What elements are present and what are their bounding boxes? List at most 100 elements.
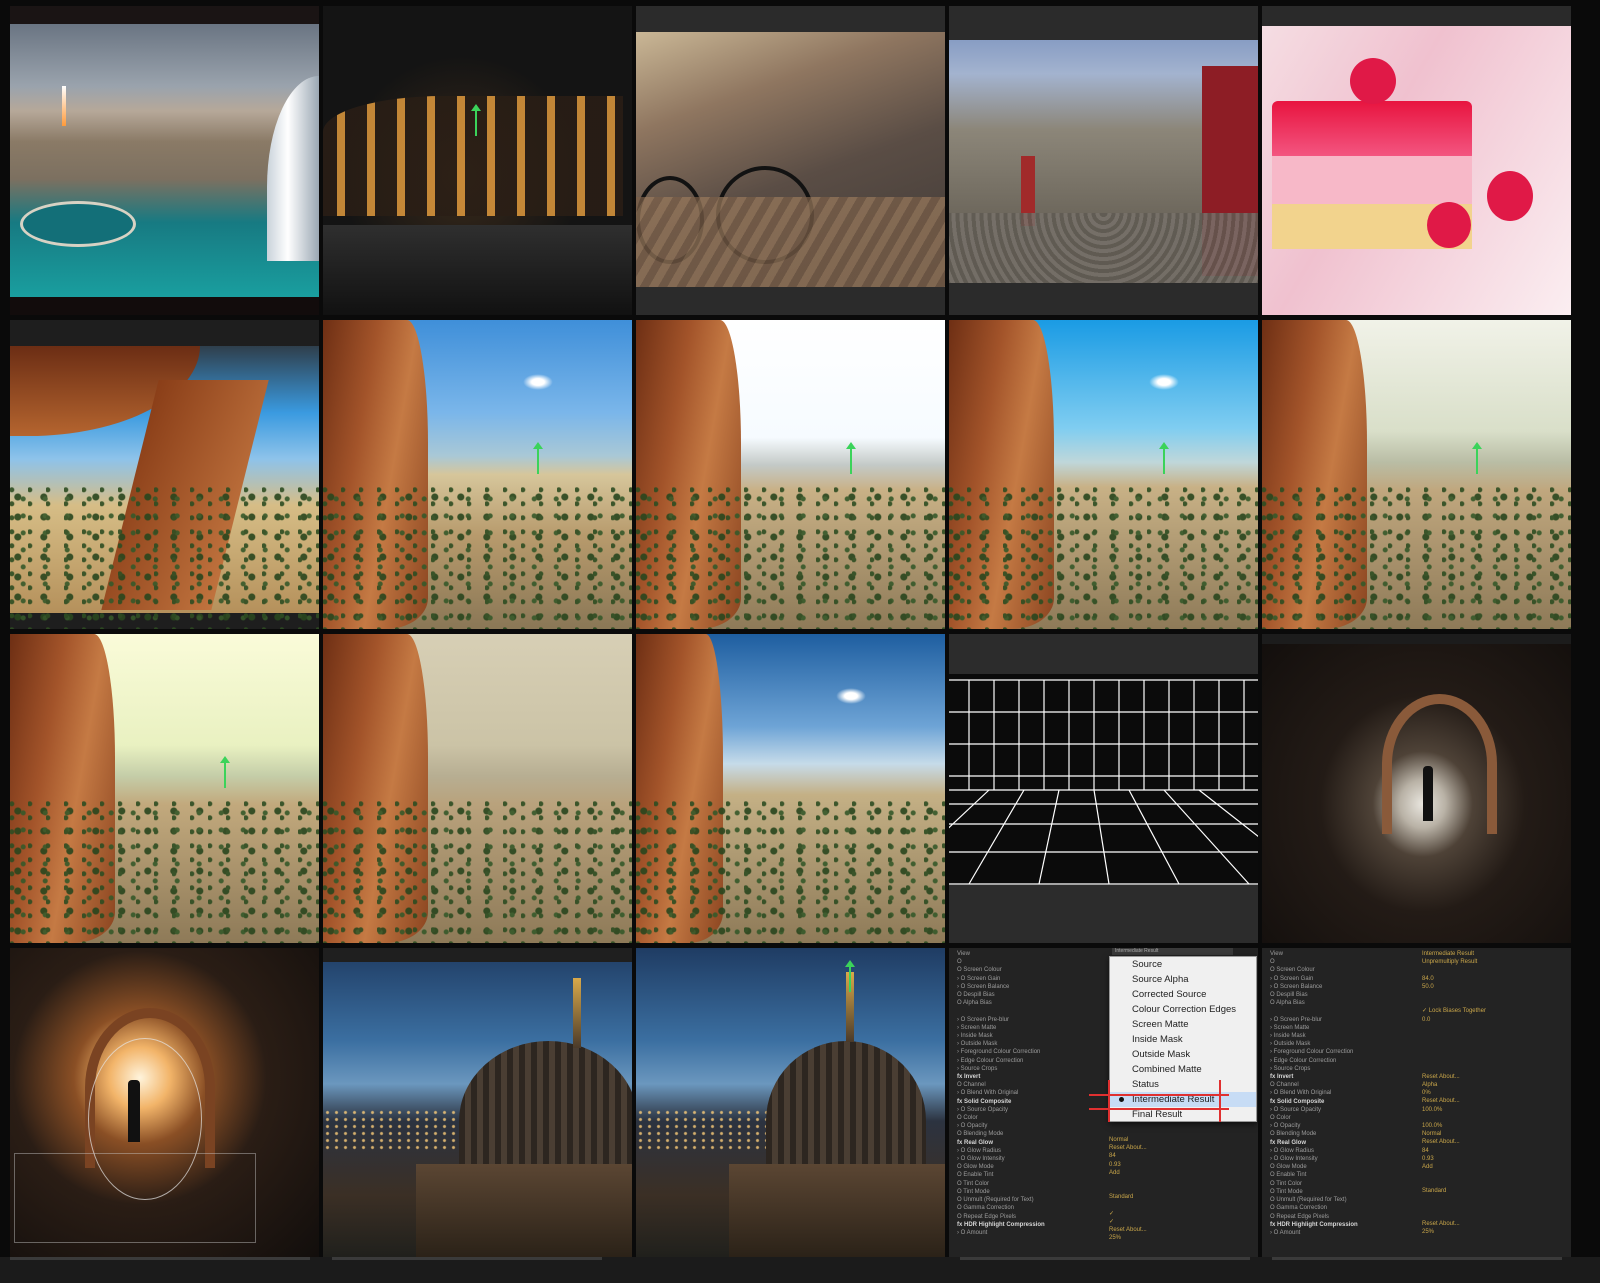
property-row[interactable]: › Inside Mask (957, 1032, 1107, 1040)
dropdown-option[interactable]: Status (1110, 1077, 1256, 1092)
property-value[interactable]: Reset About... (1422, 1220, 1562, 1228)
property-row[interactable]: Ö Screen Colour (957, 966, 1107, 974)
property-row[interactable]: Ö Channel (1270, 1081, 1420, 1089)
property-row[interactable]: › Source Crops (957, 1065, 1107, 1073)
dropdown-option[interactable]: Outside Mask (1110, 1047, 1256, 1062)
property-row[interactable]: › Outside Mask (1270, 1040, 1420, 1048)
dropdown-option[interactable]: Colour Correction Edges (1110, 1002, 1256, 1017)
property-row[interactable]: › Ö Amount (957, 1229, 1107, 1237)
property-value[interactable]: Standard (1422, 1187, 1562, 1195)
berlin-dome-3d-axes[interactable] (636, 948, 945, 1257)
property-row[interactable]: › Ö Glow Radius (957, 1147, 1107, 1155)
property-row[interactable]: › Foreground Colour Correction (1270, 1048, 1420, 1056)
property-value[interactable]: 0.0 (1422, 1016, 1562, 1024)
property-row[interactable]: Ö Color (1270, 1114, 1420, 1122)
property-row[interactable]: Ö Unmult (Required for Text) (1270, 1196, 1420, 1204)
property-value[interactable]: Reset About... (1109, 1226, 1249, 1234)
property-row[interactable]: Ö Tint Color (957, 1180, 1107, 1188)
property-value[interactable]: 0% (1422, 1089, 1562, 1097)
property-row[interactable]: › Ö Glow Intensity (957, 1155, 1107, 1163)
property-value[interactable]: 100.0% (1422, 1106, 1562, 1114)
property-value[interactable]: 50.0 (1422, 983, 1562, 991)
property-row[interactable]: › Edge Colour Correction (1270, 1057, 1420, 1065)
property-row[interactable]: Ö Alpha Bias (957, 999, 1107, 1007)
property-value[interactable]: Normal (1109, 1136, 1249, 1144)
property-value[interactable]: Normal (1422, 1130, 1562, 1138)
property-value[interactable]: Reset About... (1109, 1144, 1249, 1152)
property-row[interactable]: › Edge Colour Correction (957, 1057, 1107, 1065)
property-row[interactable] (957, 1007, 1107, 1015)
property-row[interactable]: › Ö Source Opacity (957, 1106, 1107, 1114)
property-row[interactable]: Ö Alpha Bias (1270, 999, 1420, 1007)
effect-header[interactable]: fx HDR Highlight Compression (957, 1221, 1107, 1229)
property-row[interactable]: › Screen Matte (1270, 1024, 1420, 1032)
property-row[interactable]: › Ö Amount (1270, 1229, 1420, 1237)
dropdown-option[interactable]: Source Alpha (1110, 972, 1256, 987)
property-value[interactable]: 25% (1422, 1228, 1562, 1236)
property-row[interactable]: › Ö Screen Gain (1270, 975, 1420, 983)
effect-header[interactable]: fx Real Glow (1270, 1139, 1420, 1147)
view-select[interactable]: Intermediate Result (1112, 948, 1233, 955)
property-row[interactable]: › Ö Screen Gain (957, 975, 1107, 983)
property-row[interactable]: Ö Blending Mode (1270, 1130, 1420, 1138)
tunnel-silhouette-photo[interactable] (1262, 634, 1571, 943)
property-row[interactable]: › Ö Opacity (957, 1122, 1107, 1130)
tunnel-warm-mask-photo[interactable] (10, 948, 319, 1257)
property-value[interactable]: ✓ (1109, 1210, 1249, 1218)
property-row[interactable]: Ö Color (957, 1114, 1107, 1122)
property-row[interactable]: › Ö Opacity (1270, 1122, 1420, 1130)
property-row[interactable]: Ö Unmult (Required for Text) (957, 1196, 1107, 1204)
property-value[interactable]: Reset About... (1422, 1138, 1562, 1146)
property-row[interactable]: › Inside Mask (1270, 1032, 1420, 1040)
raspberry-cake-photo[interactable] (1262, 6, 1571, 315)
property-row[interactable]: Ö (1270, 958, 1420, 966)
effect-header[interactable]: fx Invert (957, 1073, 1107, 1081)
property-value[interactable]: 25% (1109, 1234, 1249, 1242)
property-row[interactable]: Ö Enable Tint (957, 1171, 1107, 1179)
dubai-skyline-photo[interactable] (10, 6, 319, 315)
property-value[interactable]: Intermediate Result (1422, 950, 1562, 958)
dropdown-option[interactable]: Source (1110, 957, 1256, 972)
bicycle-street-photo[interactable] (636, 6, 945, 315)
property-row[interactable]: Ö Repeat Edge Pixels (957, 1213, 1107, 1221)
property-value[interactable]: Unpremultiply Result (1422, 958, 1562, 966)
property-row[interactable]: › Ö Glow Radius (1270, 1147, 1420, 1155)
desert-sky-tan[interactable] (323, 634, 632, 943)
effect-header[interactable]: fx Invert (1270, 1073, 1420, 1081)
property-value[interactable]: 0.93 (1422, 1155, 1562, 1163)
mask-rectangle[interactable] (14, 1153, 256, 1243)
effect-header[interactable]: fx Solid Composite (1270, 1098, 1420, 1106)
property-row[interactable]: › Ö Blend With Original (1270, 1089, 1420, 1097)
property-row[interactable]: Ö Glow Mode (1270, 1163, 1420, 1171)
property-row[interactable]: Ö Glow Mode (957, 1163, 1107, 1171)
property-row[interactable]: › Outside Mask (957, 1040, 1107, 1048)
property-value[interactable]: Reset About... (1422, 1073, 1562, 1081)
property-value[interactable]: 84.0 (1422, 975, 1562, 983)
property-value[interactable]: Alpha (1422, 1081, 1562, 1089)
property-row[interactable]: Ö Despill Bias (957, 991, 1107, 999)
desert-sky-deep-blue[interactable] (636, 634, 945, 943)
colosseum-night-render[interactable] (323, 6, 632, 315)
property-value[interactable]: Reset About... (1422, 1097, 1562, 1105)
property-row[interactable]: › Ö Screen Pre-blur (1270, 1016, 1420, 1024)
desert-sky-lime[interactable] (10, 634, 319, 943)
property-row[interactable]: › Ö Glow Intensity (1270, 1155, 1420, 1163)
property-value[interactable]: ✓ (1109, 1218, 1249, 1226)
berlin-dome-dusk[interactable] (323, 948, 632, 1257)
property-row[interactable]: › Source Crops (1270, 1065, 1420, 1073)
desert-sky-blue[interactable] (323, 320, 632, 629)
property-row[interactable]: Ö Channel (957, 1081, 1107, 1089)
effect-header[interactable]: fx Solid Composite (957, 1098, 1107, 1106)
property-row[interactable]: Ö Screen Colour (1270, 966, 1420, 974)
property-row[interactable]: Ö Gamma Correction (957, 1204, 1107, 1212)
property-value[interactable]: 84 (1109, 1152, 1249, 1160)
effect-header[interactable]: fx Real Glow (957, 1139, 1107, 1147)
property-value[interactable]: 100.0% (1422, 1122, 1562, 1130)
property-value[interactable]: ✓ Lock Biases Together (1422, 1007, 1562, 1015)
property-row[interactable] (1270, 1007, 1420, 1015)
property-row[interactable]: Ö Tint Mode (1270, 1188, 1420, 1196)
property-row[interactable]: Ö (957, 958, 1107, 966)
dropdown-option[interactable]: Screen Matte (1110, 1017, 1256, 1032)
property-row[interactable]: › Ö Screen Balance (957, 983, 1107, 991)
property-value[interactable]: Add (1422, 1163, 1562, 1171)
